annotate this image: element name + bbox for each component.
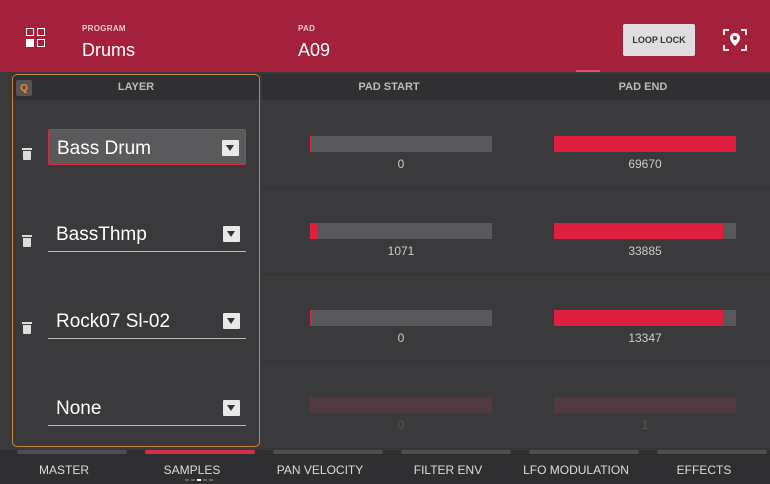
pad-start-slider[interactable] [310,136,492,152]
pad-end-value: 69670 [628,157,662,171]
delete-layer-icon[interactable] [22,148,32,160]
pad-start-slider[interactable] [310,223,492,239]
pad-end-column-header: PAD END [516,74,770,100]
tab-master[interactable]: MASTER [2,463,126,477]
chevron-down-icon[interactable] [222,140,239,156]
tab-samples[interactable]: SAMPLES [130,463,254,477]
pad-start-column-header: PAD START [262,74,516,100]
layer-row: None 0 1 [0,362,770,449]
tab-indicator [273,450,383,454]
pad-end-value: 1 [641,418,649,432]
layer-sample-select[interactable]: BassThmp [48,216,246,252]
layer-sample-select[interactable]: Rock07 Sl-02 [48,303,246,339]
pad-start-fill [310,136,312,152]
pad-start-fill [310,310,312,326]
q-link-badge[interactable]: Q [16,80,32,96]
header-bar: PROGRAM Drums PAD A09 LOOP LOCK [0,0,770,72]
layer-column-header: LAYER [12,74,260,100]
layer-sample-name: Rock07 Sl-02 [56,311,171,332]
pad-start-slider[interactable] [310,310,492,326]
layer-row: Bass Drum 0 69670 [0,101,770,188]
program-label: PROGRAM [82,24,126,33]
program-value[interactable]: Drums [82,40,135,61]
row-divider [262,448,770,449]
tab-lfo-modulation[interactable]: LFO MODULATION [514,463,638,477]
pad-label: PAD [298,24,316,33]
delete-layer-icon[interactable] [22,322,32,334]
pad-start-slider[interactable] [310,397,492,413]
tab-filter-env[interactable]: FILTER ENV [386,463,510,477]
layer-sample-select[interactable]: None [48,390,246,426]
tab-pan-velocity[interactable]: PAN VELOCITY [258,463,382,477]
tab-effects[interactable]: EFFECTS [642,463,766,477]
layer-row: BassThmp 1071 33885 [0,188,770,275]
pad-end-slider[interactable] [554,310,736,326]
locate-pad-icon[interactable] [722,28,748,52]
pad-start-value: 0 [397,418,405,432]
pad-end-fill [554,310,724,326]
pad-end-value: 13347 [628,331,662,345]
layer-row: Rock07 Sl-02 0 13347 [0,275,770,362]
delete-layer-icon[interactable] [22,235,32,247]
pad-start-value: 1071 [387,244,415,258]
tab-indicator [145,450,255,454]
tab-indicator [17,450,127,454]
chevron-down-icon[interactable] [223,226,240,242]
layer-sample-select[interactable]: Bass Drum [48,129,246,165]
pad-end-fill [554,136,736,152]
pad-end-value: 33885 [628,244,662,258]
pad-start-value: 0 [397,331,405,345]
layer-sample-name: BassThmp [56,224,147,245]
page-indicator [185,479,213,482]
pad-start-fill [310,223,318,239]
loop-lock-button[interactable]: LOOP LOCK [623,24,695,56]
header-indicator [576,70,600,72]
chevron-down-icon[interactable] [223,313,240,329]
pad-end-fill [554,223,724,239]
pad-end-slider[interactable] [554,223,736,239]
tab-indicator [529,450,639,454]
pad-end-slider[interactable] [554,397,736,413]
pad-start-value: 0 [397,157,405,171]
tab-indicator [401,450,511,454]
chevron-down-icon[interactable] [223,400,240,416]
tab-indicator [657,450,767,454]
pad-value[interactable]: A09 [298,40,330,61]
layer-sample-name: Bass Drum [57,138,151,159]
grid-menu-icon[interactable] [26,28,46,48]
layer-sample-name: None [56,398,102,419]
pad-end-slider[interactable] [554,136,736,152]
